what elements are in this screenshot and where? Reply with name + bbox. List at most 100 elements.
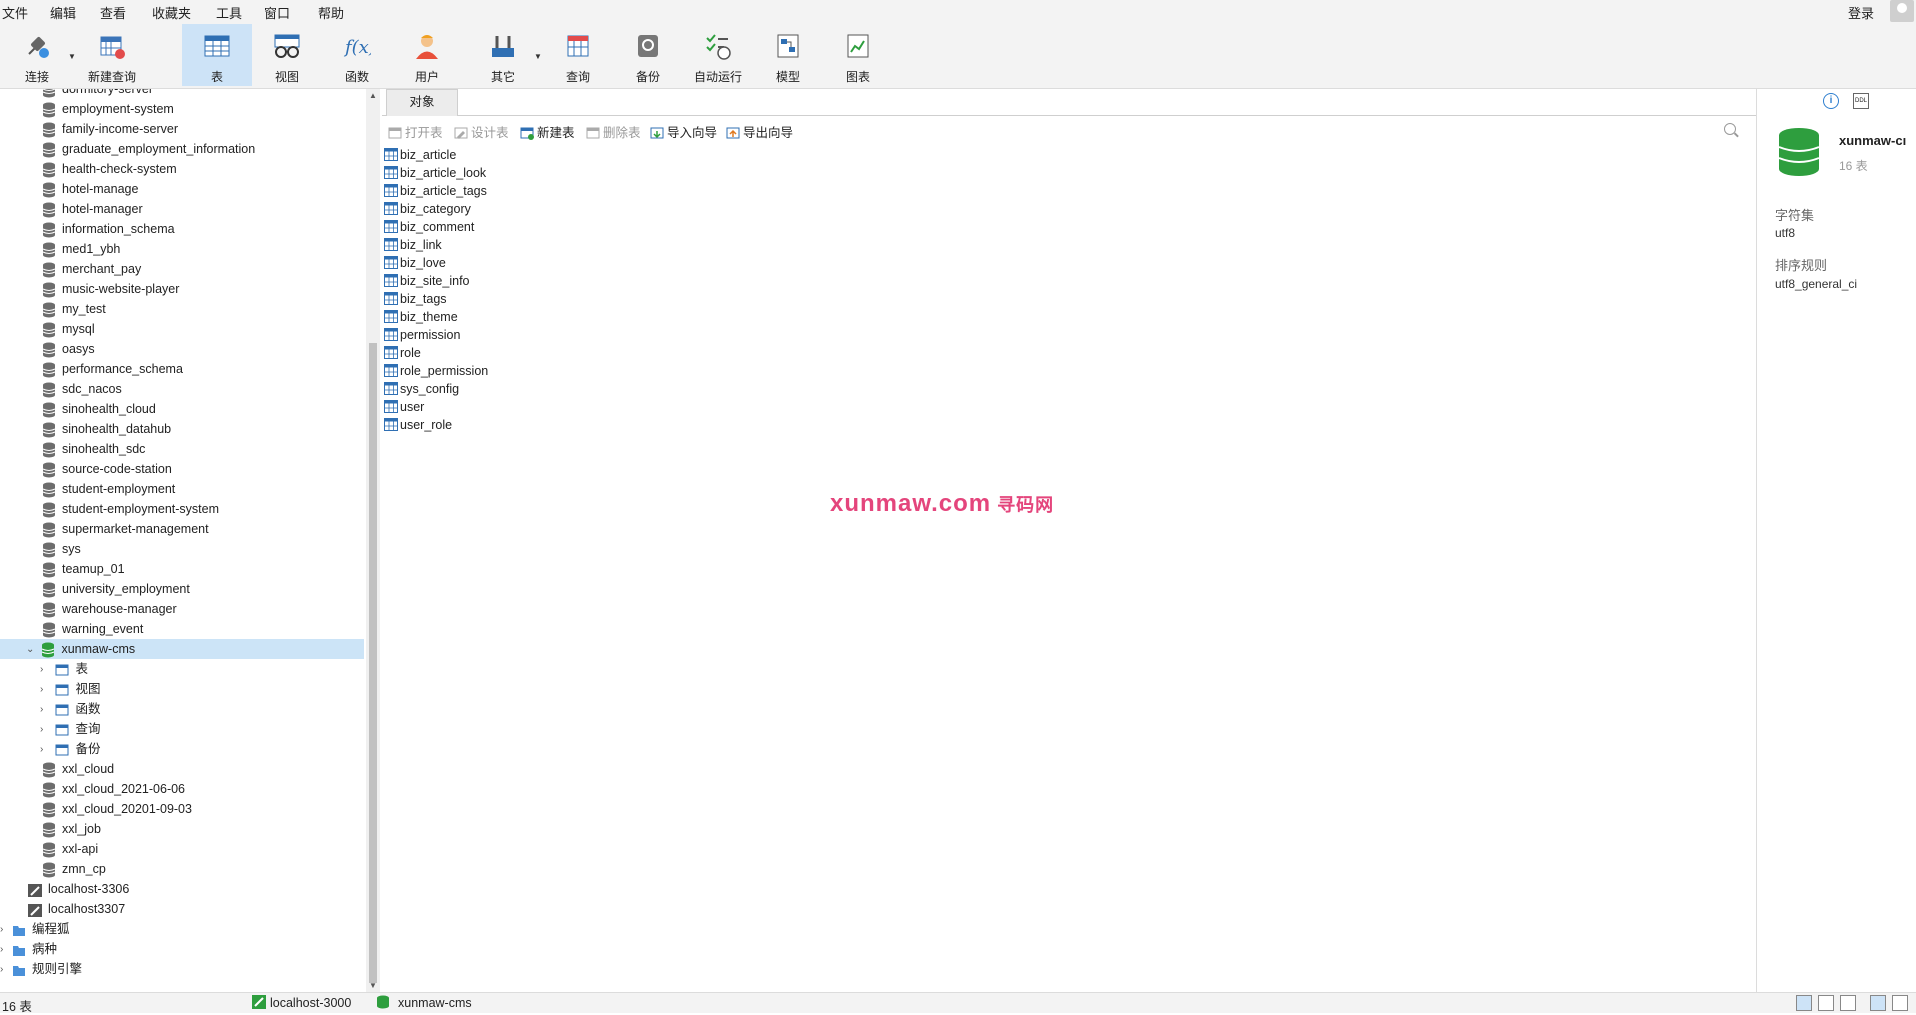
menu-tools[interactable]: 工具 <box>216 3 242 22</box>
grid-view-icon[interactable] <box>1840 995 1856 1011</box>
user-avatar-icon[interactable] <box>1890 0 1914 22</box>
tree-item-category[interactable]: › 视图 <box>0 679 101 699</box>
tree-item-database[interactable]: student-employment <box>0 479 175 499</box>
scroll-up-icon[interactable]: ▲ <box>369 91 377 100</box>
user-button[interactable]: 用户 <box>402 24 452 86</box>
open-table-button[interactable]: 打开表 <box>388 122 443 141</box>
chevron-down-icon[interactable]: ⌄ <box>26 640 38 660</box>
tree-item-database[interactable]: hotel-manager <box>0 199 143 219</box>
table-list-item[interactable]: biz_comment <box>384 218 474 236</box>
import-wizard-button[interactable]: 导入向导 <box>650 122 717 141</box>
chevron-right-icon[interactable]: › <box>40 700 52 720</box>
tree-item-group[interactable]: › 规则引擎 <box>0 959 82 979</box>
tree-item-database[interactable]: oasys <box>0 339 95 359</box>
backup-button[interactable]: 备份 <box>624 24 672 86</box>
tree-item-database[interactable]: teamup_01 <box>0 559 125 579</box>
tree-item-database[interactable]: sinohealth_sdc <box>0 439 145 459</box>
chevron-right-icon[interactable]: › <box>40 740 52 760</box>
chevron-right-icon[interactable]: › <box>0 940 12 960</box>
table-list-item[interactable]: biz_theme <box>384 308 458 326</box>
tree-item-database[interactable]: music-website-player <box>0 279 179 299</box>
tree-item-database[interactable]: xxl_cloud <box>0 759 114 779</box>
view-button[interactable]: 视图 <box>262 24 312 86</box>
detail-view-icon[interactable] <box>1818 995 1834 1011</box>
tree-item-group[interactable]: › 编程狐 <box>0 919 70 939</box>
scroll-down-icon[interactable]: ▼ <box>369 981 377 990</box>
tree-item-database[interactable]: dormitory-server <box>0 89 153 99</box>
connect-dropdown-icon[interactable]: ▼ <box>68 52 76 61</box>
tree-item-database[interactable]: employment-system <box>0 99 174 119</box>
tree-item-connection[interactable]: localhost-3306 <box>0 879 129 899</box>
tree-item-database[interactable]: sinohealth_cloud <box>0 399 156 419</box>
table-list-item[interactable]: biz_link <box>384 236 442 254</box>
model-button[interactable]: 模型 <box>764 24 812 86</box>
left-panel-toggle-icon[interactable] <box>1870 995 1886 1011</box>
tree-item-database[interactable]: med1_ybh <box>0 239 120 259</box>
tree-item-database[interactable]: sys <box>0 539 81 559</box>
tree-item-database[interactable]: sinohealth_datahub <box>0 419 171 439</box>
other-button[interactable]: 其它 <box>478 24 528 86</box>
tree-item-category[interactable]: › 备份 <box>0 739 101 759</box>
search-icon[interactable] <box>1724 123 1736 135</box>
tree-item-database[interactable]: performance_schema <box>0 359 183 379</box>
tree-item-database[interactable]: warehouse-manager <box>0 599 177 619</box>
new-table-button[interactable]: 新建表 <box>520 122 575 141</box>
chevron-right-icon[interactable]: › <box>0 960 12 980</box>
tree-item-group[interactable]: › 病种 <box>0 939 57 959</box>
chevron-right-icon[interactable]: › <box>40 660 52 680</box>
table-list-item[interactable]: biz_love <box>384 254 446 272</box>
tree-item-database[interactable]: xxl_cloud_2021-06-06 <box>0 779 185 799</box>
table-list-item[interactable]: biz_tags <box>384 290 447 308</box>
login-link[interactable]: 登录 <box>1848 3 1874 22</box>
table-list-item[interactable]: biz_article <box>384 146 456 164</box>
export-wizard-button[interactable]: 导出向导 <box>726 122 793 141</box>
tree-item-database[interactable]: sdc_nacos <box>0 379 122 399</box>
query-button[interactable]: 查询 <box>554 24 602 86</box>
sidebar-scrollbar[interactable]: ▲ ▼ <box>366 89 380 992</box>
tree-item-database[interactable]: xxl-api <box>0 839 98 859</box>
menu-file[interactable]: 文件 <box>2 3 28 22</box>
tree-item-database[interactable]: merchant_pay <box>0 259 141 279</box>
tree-item-database[interactable]: warning_event <box>0 619 143 639</box>
tree-item-database[interactable]: family-income-server <box>0 119 178 139</box>
tree-item-category[interactable]: › 函数 <box>0 699 101 719</box>
menu-help[interactable]: 帮助 <box>318 3 344 22</box>
table-list-item[interactable]: biz_site_info <box>384 272 470 290</box>
tree-item-category[interactable]: › 表 <box>0 659 88 679</box>
info-icon[interactable]: i <box>1823 93 1839 109</box>
function-button[interactable]: f(x) 函数 <box>332 24 382 86</box>
tree-item-database[interactable]: health-check-system <box>0 159 177 179</box>
tab-objects[interactable]: 对象 <box>386 89 458 116</box>
list-view-icon[interactable] <box>1796 995 1812 1011</box>
table-list-item[interactable]: sys_config <box>384 380 459 398</box>
table-list-item[interactable]: user_role <box>384 416 452 434</box>
tree-item-database[interactable]: supermarket-management <box>0 519 209 539</box>
table-list-item[interactable]: role <box>384 344 421 362</box>
other-dropdown-icon[interactable]: ▼ <box>534 52 542 61</box>
chevron-right-icon[interactable]: › <box>40 680 52 700</box>
table-list-item[interactable]: biz_article_look <box>384 164 486 182</box>
menu-edit[interactable]: 编辑 <box>50 3 76 22</box>
table-list-item[interactable]: permission <box>384 326 460 344</box>
ddl-icon[interactable]: DDL <box>1853 93 1869 109</box>
tree-item-category[interactable]: › 查询 <box>0 719 101 739</box>
table-list-item[interactable]: role_permission <box>384 362 488 380</box>
auto-run-button[interactable]: 自动运行 <box>690 24 746 86</box>
tree-item-selected-database[interactable]: ⌄ xunmaw-cms <box>0 639 364 659</box>
tree-item-database[interactable]: zmn_cp <box>0 859 106 879</box>
table-list-item[interactable]: user <box>384 398 424 416</box>
tree-item-database[interactable]: source-code-station <box>0 459 172 479</box>
chevron-right-icon[interactable]: › <box>0 920 12 940</box>
menu-view[interactable]: 查看 <box>100 3 126 22</box>
table-list-item[interactable]: biz_category <box>384 200 471 218</box>
tree-item-database[interactable]: student-employment-system <box>0 499 219 519</box>
connect-button[interactable]: 连接 <box>12 24 62 86</box>
sidebar-scroll-thumb[interactable] <box>369 343 377 983</box>
tree-item-database[interactable]: xxl_job <box>0 819 101 839</box>
design-table-button[interactable]: 设计表 <box>454 122 509 141</box>
tree-item-database[interactable]: xxl_cloud_20201-09-03 <box>0 799 192 819</box>
tree-item-database[interactable]: university_employment <box>0 579 190 599</box>
chart-button[interactable]: 图表 <box>834 24 882 86</box>
delete-table-button[interactable]: 删除表 <box>586 122 641 141</box>
table-button[interactable]: 表 <box>182 24 252 86</box>
